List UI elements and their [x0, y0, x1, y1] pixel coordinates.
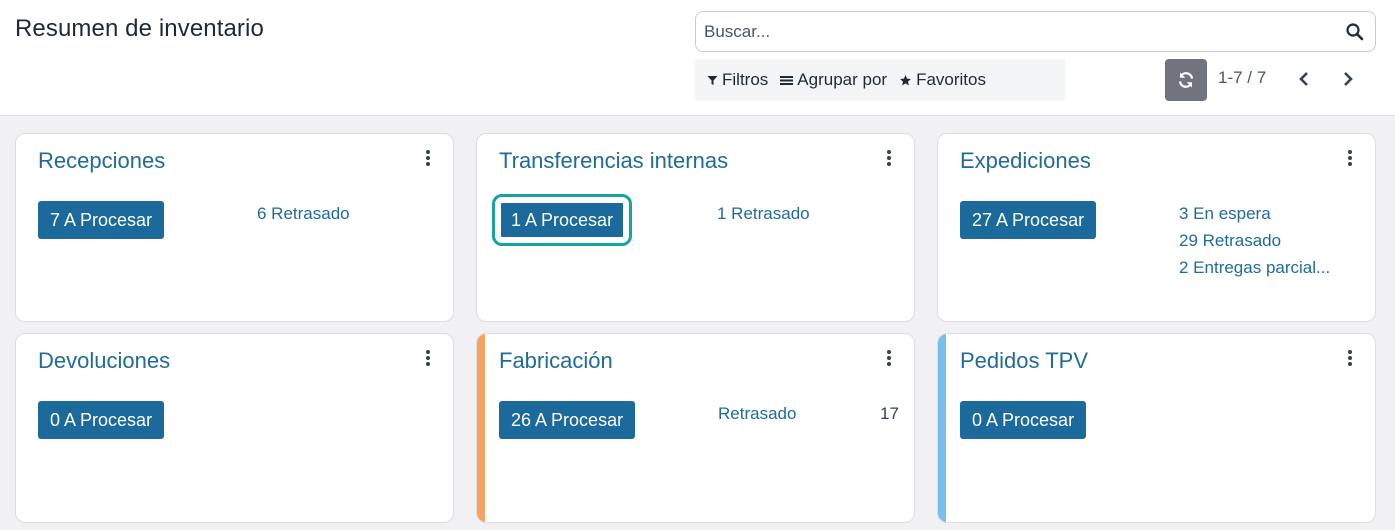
pager-value[interactable]: 1-7 / 7 [1218, 68, 1266, 88]
operation-card-pos-orders: Pedidos TPV 0 A Procesar [937, 333, 1376, 523]
card-title[interactable]: Pedidos TPV [960, 348, 1088, 374]
kebab-menu-icon[interactable] [884, 350, 894, 366]
late-link[interactable]: 29 Retrasado [1179, 231, 1281, 251]
search-box[interactable] [695, 11, 1376, 52]
waiting-link[interactable]: 3 En espera [1179, 204, 1271, 224]
late-count: 17 [880, 404, 899, 423]
to-process-button[interactable]: 7 A Procesar [38, 201, 165, 239]
to-process-button[interactable]: 26 A Procesar [499, 401, 636, 439]
late-link[interactable]: 1 Retrasado [717, 204, 810, 224]
list-icon [780, 75, 794, 85]
color-stripe [938, 334, 946, 522]
kebab-menu-icon[interactable] [423, 150, 433, 166]
kebab-menu-icon[interactable] [1345, 150, 1355, 166]
search-icon[interactable] [1345, 22, 1365, 42]
page-title: Resumen de inventario [15, 15, 264, 42]
color-stripe [477, 334, 485, 522]
favorites-label: Favoritos [916, 70, 986, 89]
late-link[interactable]: Retrasado [718, 404, 796, 424]
kebab-menu-icon[interactable] [1345, 350, 1355, 366]
search-input[interactable] [704, 20, 1334, 44]
operation-card-internal-transfers: Transferencias internas 1 A Procesar 1 R… [476, 133, 915, 322]
chevron-left-icon [1299, 72, 1308, 86]
operation-card-returns: Devoluciones 0 A Procesar [15, 333, 454, 523]
backorders-link[interactable]: 2 Entregas parcial... [1179, 258, 1330, 278]
refresh-button[interactable] [1165, 59, 1207, 101]
pager-next-button[interactable] [1335, 66, 1361, 92]
refresh-icon [1178, 72, 1194, 88]
to-process-button[interactable]: 27 A Procesar [960, 201, 1097, 239]
filter-icon [707, 75, 718, 85]
star-icon [900, 74, 911, 85]
card-title[interactable]: Recepciones [38, 148, 165, 174]
chevron-right-icon [1344, 72, 1353, 86]
pager-previous-button[interactable] [1291, 66, 1317, 92]
operation-card-receipts: Recepciones 7 A Procesar 6 Retrasado [15, 133, 454, 322]
card-title[interactable]: Transferencias internas [499, 148, 728, 174]
filters-label: Filtros [722, 70, 769, 89]
operation-card-manufacturing: Fabricación 26 A Procesar Retrasado 17 [476, 333, 915, 523]
group-by-label: Agrupar por [797, 70, 888, 89]
operation-card-deliveries: Expediciones 27 A Procesar 3 En espera 2… [937, 133, 1376, 322]
card-title[interactable]: Devoluciones [38, 348, 170, 374]
control-panel: Resumen de inventario Filtros Agrupar po… [0, 0, 1395, 116]
card-title[interactable]: Fabricación [499, 348, 613, 374]
card-title[interactable]: Expediciones [960, 148, 1091, 174]
filters-button[interactable]: Filtros [695, 59, 774, 101]
to-process-button[interactable]: 0 A Procesar [960, 401, 1087, 439]
to-process-button[interactable]: 1 A Procesar [491, 194, 633, 246]
late-link[interactable]: 6 Retrasado [257, 204, 350, 224]
to-process-button[interactable]: 0 A Procesar [38, 401, 165, 439]
group-by-button[interactable]: Agrupar por [774, 59, 893, 101]
favorites-button[interactable]: Favoritos [893, 59, 992, 101]
kebab-menu-icon[interactable] [423, 350, 433, 366]
kebab-menu-icon[interactable] [884, 150, 894, 166]
search-panel-toggles: Filtros Agrupar por Favoritos [695, 59, 1065, 101]
